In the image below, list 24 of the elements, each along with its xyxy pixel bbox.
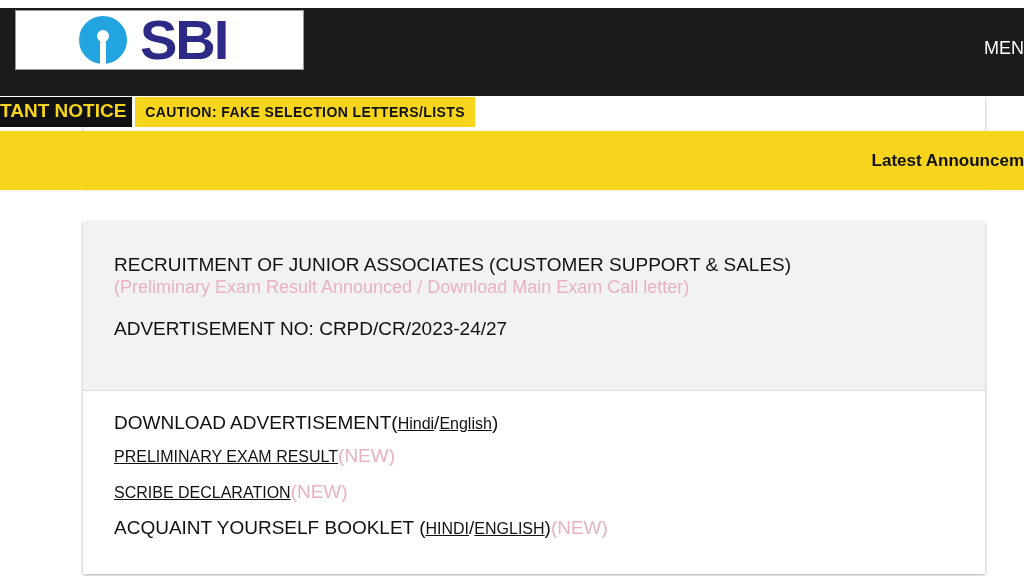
item-label: )	[544, 517, 551, 538]
menu-link[interactable]: MEN	[984, 38, 1024, 59]
document-link[interactable]: HINDI	[425, 520, 470, 537]
new-label: (NEW)	[290, 481, 348, 502]
logo-text: SBI	[140, 12, 228, 68]
card-subtitle: (Preliminary Exam Result Announced / Download Main Exam Call letter)	[114, 277, 691, 298]
item-label: )	[491, 412, 499, 433]
banner-title: Latest Announcem	[871, 150, 1024, 171]
notice-ticker[interactable]: CAUTION: FAKE SELECTION LETTERS/LISTS	[135, 97, 475, 127]
document-link[interactable]: Hindi	[397, 415, 435, 432]
item-label: ACQUAINT YOURSELF BOOKLET (	[114, 517, 426, 538]
item-label: /	[469, 517, 475, 538]
document-link[interactable]: ENGLISH	[474, 520, 545, 537]
new-label: (NEW)	[338, 445, 396, 466]
new-label: (NEW)	[550, 517, 608, 538]
document-link[interactable]: SCRIBE DECLARATION	[114, 484, 291, 501]
notice-label: TANT NOTICE	[0, 97, 133, 127]
item-label: /	[434, 412, 440, 433]
document-link[interactable]: English	[439, 415, 492, 432]
card-title: RECRUITMENT OF JUNIOR ASSOCIATES (CUSTOMER SUPPORT & SALES)	[114, 254, 793, 276]
document-link[interactable]: PRELIMINARY EXAM RESULT	[114, 448, 339, 465]
logo-background[interactable]: SBI	[15, 10, 304, 70]
advertisement-number: ADVERTISEMENT NO: CRPD/CR/2023-24/27	[114, 318, 509, 340]
item-label: DOWNLOAD ADVERTISEMENT(	[114, 412, 398, 433]
